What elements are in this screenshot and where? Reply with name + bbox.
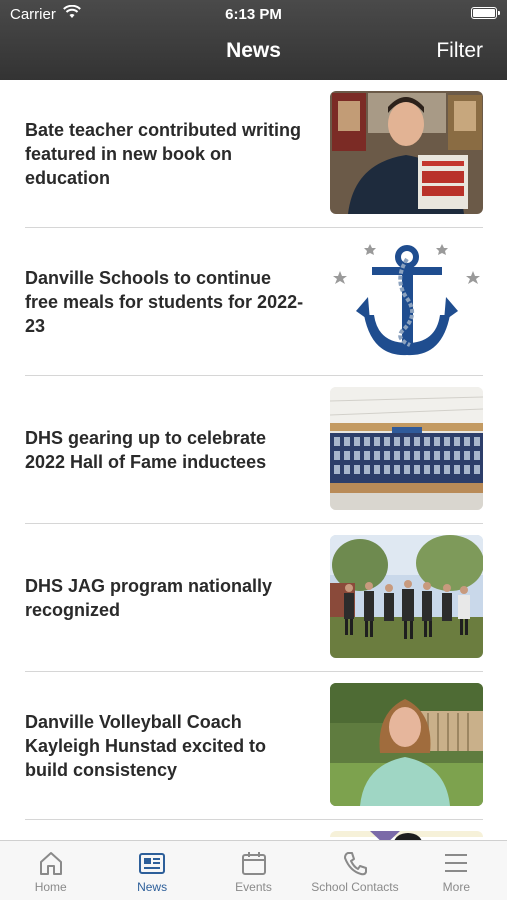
newspaper-icon: [139, 853, 166, 874]
news-item-image: [330, 387, 483, 510]
news-item-title: DHS gearing up to celebrate 2022 Hall of…: [25, 427, 267, 472]
tab-home[interactable]: Home: [0, 841, 101, 900]
news-item-image: [330, 683, 483, 806]
tab-label: Events: [235, 880, 272, 894]
tab-label: School Contacts: [311, 880, 399, 894]
calendar-icon: [241, 852, 266, 875]
news-item-title: DHS JAG program nationally recognized: [25, 575, 273, 620]
news-item-image: [330, 831, 483, 840]
status-time: 6:13 PM: [225, 6, 282, 23]
tab-label: Home: [34, 880, 67, 894]
filter-button[interactable]: Filter: [436, 39, 483, 63]
navigation-header: Carrier 6:13 PM News Filter: [0, 0, 507, 80]
news-list[interactable]: Bate teacher contributed writing feature…: [0, 80, 507, 840]
news-item[interactable]: Bate teacher contributed writing feature…: [25, 80, 483, 228]
news-item-image: [330, 239, 483, 362]
news-item-title: Bate teacher contributed writing feature…: [25, 119, 302, 188]
phone-icon: [343, 852, 367, 876]
tab-label: More: [442, 880, 470, 894]
news-item[interactable]: Danville Volleyball Coach Kayleigh Hunst…: [25, 672, 483, 820]
tab-more[interactable]: More: [406, 841, 507, 900]
page-title: News: [226, 39, 281, 62]
news-item[interactable]: DHS gearing up to celebrate 2022 Hall of…: [25, 376, 483, 524]
tab-bar: Home News Events School Contacts More: [0, 840, 507, 900]
news-item-title: Danville Schools to continue free meals …: [25, 267, 304, 336]
news-item[interactable]: Danville Schools to continue free meals …: [25, 228, 483, 376]
tab-school-contacts[interactable]: School Contacts: [304, 841, 405, 900]
battery-icon: [471, 7, 500, 19]
tab-label: News: [137, 880, 168, 894]
tab-news[interactable]: News: [101, 841, 202, 900]
menu-icon: [445, 854, 468, 872]
news-item-image: [330, 535, 483, 658]
news-item-partial[interactable]: [25, 820, 483, 840]
news-item[interactable]: DHS JAG program nationally recognized: [25, 524, 483, 672]
news-item-image: [330, 91, 483, 214]
news-item-title: Danville Volleyball Coach Kayleigh Hunst…: [25, 711, 267, 780]
tab-events[interactable]: Events: [203, 841, 304, 900]
home-icon: [39, 852, 62, 875]
status-bar: Carrier 6:13 PM: [0, 0, 507, 28]
